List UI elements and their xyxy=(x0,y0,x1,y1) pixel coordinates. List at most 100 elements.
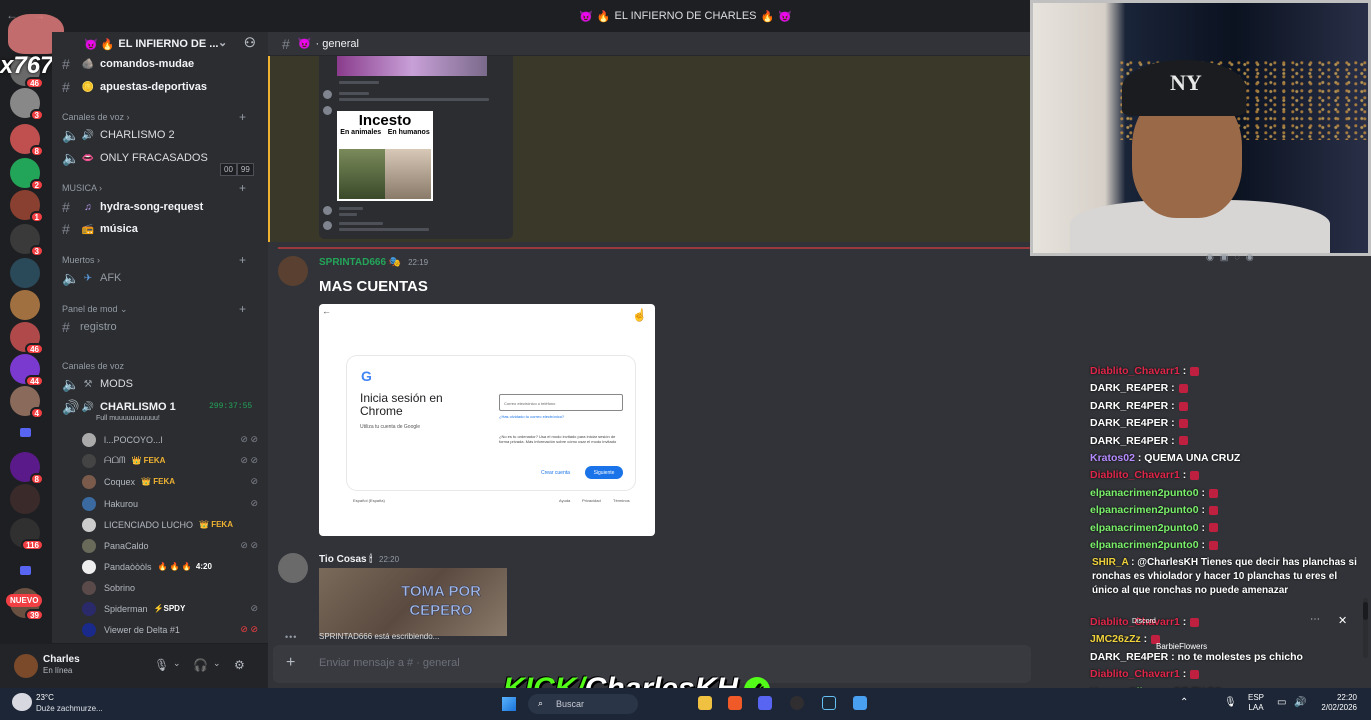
chevron-down-icon[interactable]: ⌄ xyxy=(173,658,181,669)
voice-user[interactable]: Spiderman ⚡SPDY ⊘ xyxy=(82,599,258,618)
channel-comandos-mudae[interactable]: # 🪨 comandos-mudae xyxy=(62,54,262,74)
taskbar-search[interactable]: Buscar xyxy=(528,694,638,714)
mention-badge: 1 xyxy=(29,211,44,223)
server-icon[interactable]: 116 xyxy=(10,518,44,551)
close-icon[interactable]: ✕ xyxy=(1338,614,1347,627)
server-icon[interactable]: 2 xyxy=(10,158,44,191)
chevron-down-icon[interactable]: ⌄ xyxy=(218,36,227,49)
server-icon[interactable]: 4 xyxy=(10,386,44,419)
voice-channel-only-fracasados[interactable]: 🔈 👄 ONLY FRACASADOS xyxy=(62,148,262,168)
message-image[interactable]: Incesto En animales En humanos xyxy=(319,56,513,239)
more-icon[interactable]: ⋯ xyxy=(1310,614,1320,625)
category-voice[interactable]: Canales de voz › + xyxy=(62,110,258,126)
plus-icon[interactable]: + xyxy=(239,181,246,195)
voice-user[interactable]: Viewer de Delta #1 ⊘ ⊘ xyxy=(82,620,258,639)
header-toolbar-icons[interactable]: ◉▣◌◉ xyxy=(1206,252,1260,263)
server-icon[interactable] xyxy=(10,258,40,288)
folder-icon[interactable] xyxy=(20,566,31,575)
avatar[interactable] xyxy=(14,654,38,678)
server-header[interactable]: 😈 🔥 EL INFIERNO DE ... ⌄ ⚇ xyxy=(52,32,268,56)
channel-hydra-song-request[interactable]: # ♫ hydra-song-request xyxy=(62,197,262,217)
voice-user[interactable]: Sobrino xyxy=(82,578,258,597)
help-link: Ayuda xyxy=(559,498,571,503)
chevron-up-icon[interactable]: ⌃ xyxy=(1180,697,1188,708)
guest-note: ¿No es tu ordenador? Usa el modo invitad… xyxy=(499,434,617,444)
server-icon[interactable]: 44 xyxy=(10,354,44,387)
server-icon[interactable]: 3 xyxy=(10,88,44,121)
mention-badge: 2 xyxy=(29,179,44,191)
volume-icon[interactable]: 🔊 xyxy=(1294,697,1306,708)
author-name[interactable]: Tio Cosas xyxy=(319,554,367,565)
voice-channel-mods[interactable]: 🔈 ⚒ MODS xyxy=(62,374,262,394)
server-icon[interactable]: 8 xyxy=(10,452,44,485)
weather-temp[interactable]: 23°C xyxy=(36,693,54,702)
steam-icon[interactable] xyxy=(822,696,836,710)
server-icon[interactable] xyxy=(10,484,40,514)
display-icon[interactable]: ▭ xyxy=(1277,697,1286,708)
stream-chat-message: : xyxy=(1179,365,1187,377)
stream-chat-user: elpanacrimen2punto0 xyxy=(1090,521,1199,534)
category-voice-2[interactable]: Canales de voz xyxy=(62,361,258,375)
cloud-icon[interactable] xyxy=(12,693,32,711)
discord-notification[interactable]: Discord ⋯ ✕ BarbieFlowers xyxy=(1098,612,1360,656)
windows-start-icon[interactable] xyxy=(502,697,516,711)
voice-user[interactable]: LICENCIADO LUCHO 👑 FEKA xyxy=(82,515,258,534)
voice-user[interactable]: Coquex 👑 FEKA ⊘ xyxy=(82,472,258,491)
avatar xyxy=(82,601,96,616)
chevron-down-icon[interactable]: ⌄ xyxy=(213,658,221,669)
message-input[interactable]: Enviar mensaje a # · general xyxy=(319,657,460,669)
gear-icon[interactable]: ⚙ xyxy=(234,658,245,672)
channel-registro[interactable]: # registro xyxy=(62,317,262,337)
voice-user[interactable]: Pandaòòòls 🔥 🔥 🔥 4:20 xyxy=(82,557,258,576)
avatar[interactable] xyxy=(278,553,308,583)
category-panel-mod[interactable]: Panel de mod ⌄ + xyxy=(62,302,258,318)
hash-icon: # xyxy=(62,221,70,237)
server-icon[interactable]: 3 xyxy=(10,224,44,257)
channel-emoji: 🪨 xyxy=(81,58,95,70)
obs-icon[interactable] xyxy=(790,696,804,710)
microphone-icon[interactable]: 🎙 xyxy=(154,658,169,672)
server-icon[interactable]: 46 xyxy=(10,322,44,355)
weather-desc[interactable]: Duże zachmurze... xyxy=(36,704,103,713)
channel-apuestas-deportivas[interactable]: # 🪙 apuestas-deportivas xyxy=(62,77,262,97)
plus-icon[interactable]: + xyxy=(239,253,246,267)
server-icon[interactable]: 8 xyxy=(10,124,44,157)
channel-musica[interactable]: # 📻 música xyxy=(62,219,262,239)
plus-icon[interactable]: + xyxy=(239,302,246,316)
create-account-link: Crear cuenta xyxy=(541,470,570,476)
avatar[interactable] xyxy=(278,256,308,286)
attach-plus-icon[interactable]: + xyxy=(286,654,295,672)
folder-icon[interactable] xyxy=(20,428,31,437)
meme-photo-right xyxy=(385,149,431,199)
meme-image[interactable]: Incesto En animales En humanos xyxy=(337,111,433,201)
headphones-icon[interactable]: 🎧 xyxy=(193,658,208,672)
brave-icon[interactable] xyxy=(728,696,742,710)
server-icon[interactable]: 1 xyxy=(10,190,44,223)
plus-icon[interactable]: + xyxy=(239,110,246,124)
input-language[interactable]: ESP LAA xyxy=(1248,693,1264,713)
stream-chat-message: : xyxy=(1168,417,1175,430)
system-clock[interactable]: 22:20 2/02/2026 xyxy=(1313,693,1357,713)
discord-icon[interactable] xyxy=(758,696,772,710)
voice-user[interactable]: Hakurou ⊘ xyxy=(82,494,258,513)
new-badge[interactable]: NUEVO xyxy=(6,594,43,607)
attachment-image[interactable]: ← ☝ G Inicia sesión en Chrome Utiliza tu… xyxy=(319,304,655,536)
scrollbar[interactable] xyxy=(1363,598,1368,658)
category-music[interactable]: MUSICA › + xyxy=(62,181,258,197)
file-explorer-icon[interactable] xyxy=(698,696,712,710)
voice-user[interactable]: PanaCaldo ⊘ ⊘ xyxy=(82,536,258,555)
microphone-icon[interactable]: 🎙 xyxy=(1224,697,1237,708)
author-name[interactable]: SPRINTAD666 xyxy=(319,257,386,268)
voice-channel-afk[interactable]: 🔈 ✈ AFK xyxy=(62,268,262,288)
devil-icon: 😈 xyxy=(84,38,98,51)
add-member-icon[interactable]: ⚇ xyxy=(244,35,256,51)
voice-user[interactable]: ᗩᗝᗰ 👑 FEKA ⊘ ⊘ xyxy=(82,451,258,470)
voice-channel-charlismo-2[interactable]: 🔈 🔊 CHARLISMO 2 xyxy=(62,125,262,145)
voice-user[interactable]: l...POCOYO...l ⊘ ⊘ xyxy=(82,430,258,449)
voice-user-name: ᗩᗝᗰ xyxy=(104,455,126,465)
server-icon[interactable] xyxy=(10,290,40,320)
gif-attachment[interactable]: TOMA POR CEPERO xyxy=(319,568,507,636)
category-muertos[interactable]: Muertos › + xyxy=(62,253,258,269)
notepad-icon[interactable] xyxy=(853,696,867,710)
scrollbar-thumb[interactable] xyxy=(1363,602,1368,620)
